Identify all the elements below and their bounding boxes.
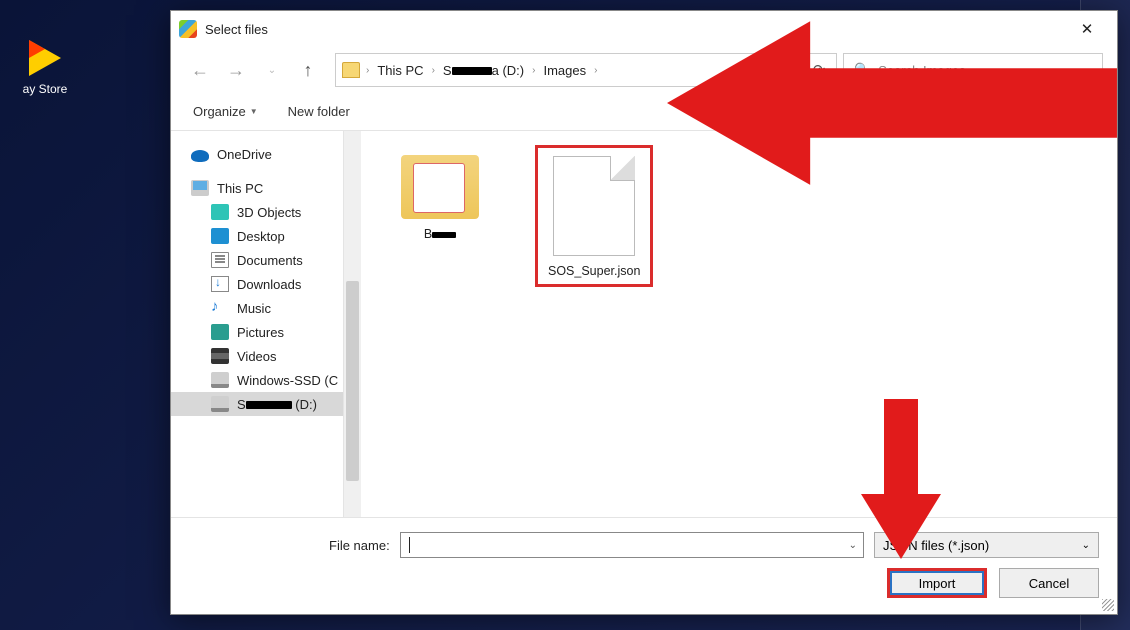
music-icon: ♪: [211, 300, 229, 316]
dialog-title: Select files: [205, 22, 268, 37]
organize-menu[interactable]: Organize▼: [187, 100, 264, 123]
import-button[interactable]: Import: [887, 568, 987, 598]
breadcrumb-drive[interactable]: Sa (D:): [439, 63, 528, 78]
3d-objects-icon: [211, 204, 229, 220]
file-label: SOS_Super.json: [548, 264, 640, 278]
cancel-button[interactable]: Cancel: [999, 568, 1099, 598]
nav-tree: OneDrive This PC 3D Objects Desktop Docu…: [171, 131, 344, 517]
file-name-input[interactable]: ⌄: [400, 532, 864, 558]
file-picker-dialog: Select files ✕ ← → ⌄ ↑ › This PC › Sa (D…: [170, 10, 1118, 615]
chevron-right-icon: ›: [532, 65, 535, 76]
folder-item[interactable]: B: [381, 145, 499, 241]
chevron-right-icon: ›: [366, 65, 369, 76]
drive-icon: [211, 372, 229, 388]
tree-thispc[interactable]: This PC: [171, 176, 343, 200]
breadcrumb-folder[interactable]: Images: [539, 63, 590, 78]
drive-icon: [211, 396, 229, 412]
pc-icon: [191, 180, 209, 196]
videos-icon: [211, 348, 229, 364]
annotation-arrow-left: [667, 11, 1117, 195]
play-store-label: ay Store: [10, 82, 80, 96]
folder-icon: [401, 155, 479, 219]
pictures-icon: [211, 324, 229, 340]
tree-pictures[interactable]: Pictures: [171, 320, 343, 344]
resize-grip[interactable]: [1102, 599, 1114, 611]
back-button[interactable]: ←: [185, 55, 215, 85]
folder-label: B: [381, 227, 499, 241]
sidebar-scrollbar[interactable]: [344, 131, 361, 517]
downloads-icon: [211, 276, 229, 292]
chevron-down-icon: ⌄: [1082, 540, 1090, 551]
new-folder-button[interactable]: New folder: [282, 100, 356, 123]
onedrive-icon: [191, 150, 209, 162]
play-store-shortcut[interactable]: ay Store: [10, 40, 80, 96]
up-button[interactable]: ↑: [293, 55, 323, 85]
tree-downloads[interactable]: Downloads: [171, 272, 343, 296]
tree-desktop[interactable]: Desktop: [171, 224, 343, 248]
tree-music[interactable]: ♪Music: [171, 296, 343, 320]
tree-drive-d[interactable]: S (D:): [171, 392, 343, 416]
recent-dropdown[interactable]: ⌄: [257, 55, 287, 85]
folder-icon: [342, 62, 360, 78]
annotation-arrow-down: [856, 399, 946, 559]
tree-3d-objects[interactable]: 3D Objects: [171, 200, 343, 224]
forward-button[interactable]: →: [221, 55, 251, 85]
chevron-right-icon: ›: [594, 65, 597, 76]
dialog-footer: File name: ⌄ JSON files (*.json) ⌄ Impor…: [171, 517, 1117, 614]
play-store-icon: [29, 40, 61, 76]
tree-drive-c[interactable]: Windows-SSD (C: [171, 368, 343, 392]
app-icon: [179, 20, 197, 38]
chevron-down-icon: ▼: [250, 107, 258, 116]
breadcrumb-root[interactable]: This PC: [373, 63, 427, 78]
chevron-right-icon: ›: [432, 65, 435, 76]
desktop-icon: [211, 228, 229, 244]
tree-onedrive[interactable]: OneDrive: [171, 143, 343, 166]
tree-documents[interactable]: Documents: [171, 248, 343, 272]
file-name-label: File name:: [329, 538, 390, 553]
file-item-json[interactable]: SOS_Super.json: [535, 145, 653, 287]
file-icon: [553, 156, 635, 256]
tree-videos[interactable]: Videos: [171, 344, 343, 368]
documents-icon: [211, 252, 229, 268]
